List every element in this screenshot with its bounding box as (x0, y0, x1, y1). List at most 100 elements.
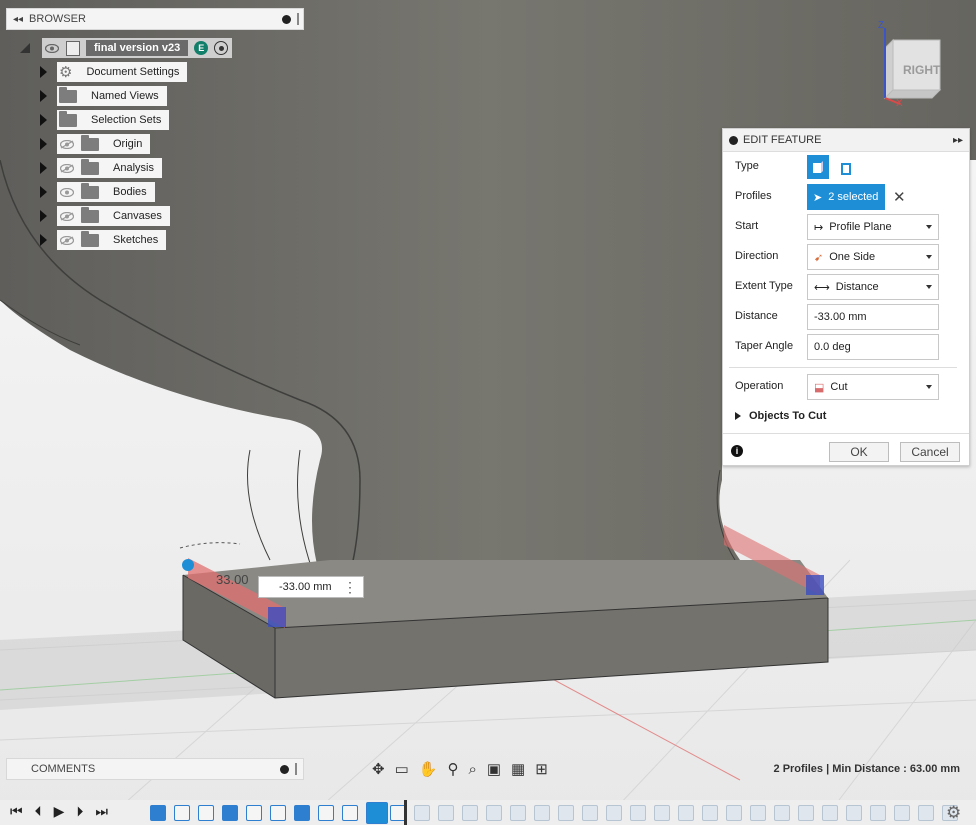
pin-icon[interactable] (297, 13, 299, 25)
hidden-eye-icon[interactable] (59, 235, 75, 245)
tree-item-label[interactable]: Canvases (113, 210, 162, 222)
tree-item-label[interactable]: Sketches (113, 234, 158, 246)
visibility-eye-icon[interactable] (59, 187, 75, 197)
objects-to-cut-label[interactable]: Objects To Cut (749, 410, 826, 422)
timeline-feature-icon[interactable] (606, 805, 622, 821)
root-document-name[interactable]: final version v23 (86, 40, 189, 56)
distance-tag[interactable]: -33.00 mm ⋮ (258, 576, 364, 598)
hidden-eye-icon[interactable] (59, 211, 75, 221)
timeline-feature-icon[interactable] (198, 805, 214, 821)
tree-item-label[interactable]: Origin (113, 138, 142, 150)
timeline-feature-icon[interactable] (870, 805, 886, 821)
zoom-icon[interactable]: ⚲ (447, 760, 458, 778)
cancel-button[interactable]: Cancel (900, 442, 960, 462)
timeline-feature-icon[interactable] (366, 802, 388, 824)
collapse-browser-icon[interactable]: ◂◂ (13, 14, 23, 25)
timeline-feature-icon[interactable] (534, 805, 550, 821)
distance-tag-value[interactable]: -33.00 mm (279, 581, 332, 593)
info-icon[interactable]: i (731, 445, 743, 457)
tree-item-label[interactable]: Document Settings (86, 66, 179, 78)
pin-icon[interactable] (295, 763, 297, 775)
expand-triangle-icon[interactable] (40, 186, 47, 198)
tree-item-document-settings[interactable]: ⚙ Document Settings (40, 62, 188, 82)
timeline[interactable]: ⏮ ⏴ ▶ ⏵ ⏭ ⚙ (0, 800, 976, 825)
timeline-feature-icon[interactable] (222, 805, 238, 821)
more-options-icon[interactable]: ⋮ (343, 579, 357, 596)
look-at-icon[interactable]: ▭ (395, 760, 409, 778)
grip-right[interactable] (806, 575, 824, 595)
timeline-feature-icon[interactable] (630, 805, 646, 821)
direction-dropdown[interactable]: ➹ One Side (807, 244, 939, 270)
operation-dropdown[interactable]: ⬓ Cut (807, 374, 939, 400)
tree-root[interactable]: final version v23 E (20, 38, 233, 58)
tree-item-label[interactable]: Selection Sets (91, 114, 161, 126)
hidden-eye-icon[interactable] (59, 139, 75, 149)
expand-triangle-icon[interactable] (735, 412, 741, 420)
timeline-feature-icon[interactable] (510, 805, 526, 821)
timeline-feature-icon[interactable] (462, 805, 478, 821)
step-forward-icon[interactable]: ⏵ (76, 803, 83, 820)
go-to-start-icon[interactable]: ⏮ (10, 803, 23, 820)
browser-header[interactable]: ◂◂ BROWSER (6, 8, 304, 30)
timeline-feature-icon[interactable] (342, 805, 358, 821)
type-thin-extrude-icon[interactable] (837, 157, 859, 179)
timeline-feature-icon[interactable] (582, 805, 598, 821)
pan-hand-icon[interactable]: ✋ (419, 760, 438, 778)
tree-item-named-views[interactable]: Named Views (40, 86, 167, 106)
type-extrude-icon[interactable] (807, 155, 829, 179)
timeline-feature-icon[interactable] (654, 805, 670, 821)
expand-triangle-icon[interactable] (40, 210, 47, 222)
comments-menu-icon[interactable] (280, 764, 289, 774)
display-settings-icon[interactable]: ▣ (487, 760, 501, 778)
expand-triangle-icon[interactable] (40, 66, 47, 78)
timeline-feature-icon[interactable] (774, 805, 790, 821)
expand-triangle-icon[interactable] (40, 234, 47, 246)
tree-item-bodies[interactable]: Bodies (40, 182, 155, 202)
go-to-end-icon[interactable]: ⏭ (95, 803, 108, 820)
timeline-feature-icon[interactable] (174, 805, 190, 821)
root-expand-icon[interactable] (20, 43, 30, 53)
timeline-feature-icon[interactable] (246, 805, 262, 821)
canvas-viewport[interactable]: RIGHT Z X 33.00 -33.00 mm ⋮ ◂◂ BROWSER f… (0, 0, 976, 825)
taper-angle-input[interactable]: 0.0 deg (807, 334, 939, 360)
browser-menu-icon[interactable] (282, 14, 291, 24)
timeline-feature-icon[interactable] (558, 805, 574, 821)
timeline-settings-gear-icon[interactable]: ⚙ (946, 803, 961, 823)
zoom-window-icon[interactable]: ⌕ (468, 761, 476, 778)
timeline-feature-icon[interactable] (894, 805, 910, 821)
timeline-feature-icon[interactable] (318, 805, 334, 821)
expand-triangle-icon[interactable] (40, 114, 47, 126)
tree-item-origin[interactable]: Origin (40, 134, 151, 154)
timeline-marker[interactable] (404, 800, 407, 825)
tree-item-sketches[interactable]: Sketches (40, 230, 167, 250)
edit-feature-panel[interactable]: EDIT FEATURE ▸▸ Type Profiles ➤ 2 select… (722, 128, 970, 466)
orbit-icon[interactable]: ✥ (372, 760, 385, 778)
distance-input[interactable]: -33.00 mm (807, 304, 939, 330)
tree-item-analysis[interactable]: Analysis (40, 158, 162, 178)
taper-angle-value[interactable]: 0.0 deg (814, 341, 851, 353)
timeline-feature-icon[interactable] (270, 805, 286, 821)
comments-panel[interactable]: COMMENTS (6, 758, 304, 780)
grid-icon[interactable]: ▦ (511, 760, 525, 778)
timeline-feature-icon[interactable] (294, 805, 310, 821)
viewcube-face-label[interactable]: RIGHT (903, 63, 940, 77)
expand-triangle-icon[interactable] (40, 162, 47, 174)
manipulator-handle[interactable] (182, 559, 194, 571)
timeline-feature-icon[interactable] (414, 805, 430, 821)
timeline-feature-icon[interactable] (798, 805, 814, 821)
play-icon[interactable]: ▶ (54, 803, 65, 820)
grip-left[interactable] (268, 607, 286, 627)
viewports-icon[interactable]: ⊞ (535, 760, 548, 778)
visibility-eye-icon[interactable] (44, 43, 60, 53)
hidden-eye-icon[interactable] (59, 163, 75, 173)
timeline-feature-icon[interactable] (702, 805, 718, 821)
profiles-selection-button[interactable]: ➤ 2 selected (807, 184, 885, 210)
start-dropdown[interactable]: ↦ Profile Plane (807, 214, 939, 240)
timeline-feature-icon[interactable] (846, 805, 862, 821)
expand-triangle-icon[interactable] (40, 138, 47, 150)
distance-value[interactable]: -33.00 mm (814, 311, 867, 323)
timeline-feature-icon[interactable] (486, 805, 502, 821)
timeline-feature-icon[interactable] (918, 805, 934, 821)
tree-item-label[interactable]: Bodies (113, 186, 147, 198)
tree-item-selection-sets[interactable]: Selection Sets (40, 110, 170, 130)
